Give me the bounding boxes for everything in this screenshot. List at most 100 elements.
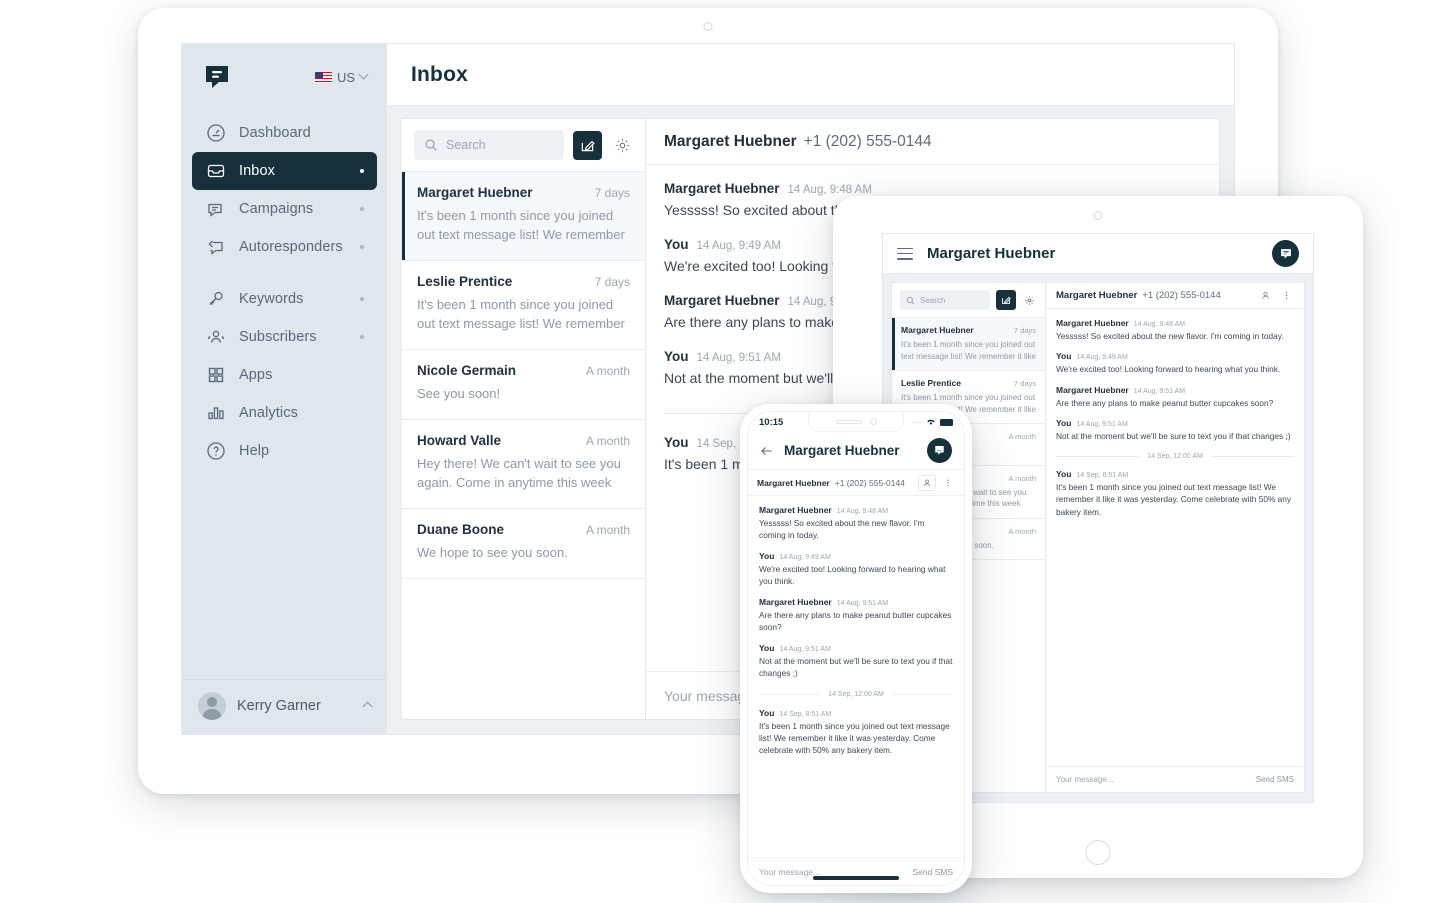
tablet-list-toolbar: Search [892, 283, 1045, 317]
date-separator: 14 Sep, 12:00 AM [759, 691, 953, 698]
sidebar-item-apps[interactable]: Apps [192, 356, 377, 394]
message-text: Not at the moment but we'll be sure to t… [1056, 431, 1291, 442]
message-timestamp: 14 Aug, 9:51 AM [1133, 387, 1186, 395]
message: Margaret Huebner 14 Aug, 9:51 AM Are the… [1056, 385, 1294, 409]
conversation-time: 7 days [594, 275, 630, 289]
tablet-search-placeholder: Search [920, 295, 946, 305]
conversation-name: Nicole Germain [417, 363, 517, 378]
more-vertical-icon[interactable] [1278, 288, 1294, 304]
message-timestamp: 14 Aug, 9:51 AM [779, 645, 831, 653]
message-timestamp: 14 Aug, 9:51 AM [836, 599, 889, 607]
message: Margaret Huebner 14 Aug, 9:48 AM Yesssss… [759, 505, 953, 542]
contact-name: Margaret Huebner [757, 477, 830, 488]
conversation-name: Howard Valle [417, 432, 502, 448]
sidebar-item-label: Autoresponders [239, 239, 343, 255]
sidebar-item-autoresponders[interactable]: Autoresponders [192, 228, 377, 266]
message-text: It's been 1 month since you joined out t… [759, 720, 950, 756]
message-timestamp: 14 Aug, 9:51 AM [696, 352, 781, 364]
message-timestamp: 14 Aug, 9:49 AM [696, 240, 781, 252]
contact-phone: +1 (202) 555-0144 [803, 132, 932, 150]
conversation-name: Margaret Huebner [417, 185, 533, 200]
message: You 14 Aug, 9:51 AM Not at the moment bu… [1056, 418, 1294, 442]
sidebar-item-help[interactable]: Help [192, 432, 377, 470]
list-settings-button[interactable] [611, 134, 633, 156]
message-sender: You [759, 707, 775, 718]
locale-selector[interactable]: US [314, 69, 369, 85]
send-sms-button[interactable]: Send SMS [1256, 775, 1294, 784]
message-timestamp: 14 Aug, 9:48 AM [787, 184, 872, 196]
sidebar-item-inbox[interactable]: Inbox [192, 152, 377, 190]
conversation-time: A month [1008, 526, 1036, 536]
message-sender: You [759, 642, 775, 653]
conversation-time: 7 days [594, 186, 630, 200]
compose-pencil-icon [1002, 296, 1011, 304]
message-sender: Margaret Huebner [664, 181, 780, 196]
tablet-settings-button[interactable] [1022, 293, 1037, 308]
tablet-message-composer[interactable]: Your message... Send SMS [1046, 766, 1304, 792]
list-item[interactable]: Howard Valle A month Hey there! We can't… [402, 418, 645, 508]
sidebar-item-badge-dot [360, 169, 364, 173]
date-separator: 14 Sep, 12:00 AM [1056, 453, 1294, 460]
sidebar-item-campaigns[interactable]: Campaigns [192, 190, 377, 228]
conversation-preview: It's been 1 month since you joined out t… [417, 297, 625, 331]
tablet-compose-button[interactable] [996, 290, 1016, 310]
dashboard-gauge-icon [205, 123, 226, 144]
screenshot-stage: US Dashboard Inbox Campaigns Autorespond… [0, 0, 1440, 903]
conversation-preview: It's been 1 month since you joined out t… [901, 340, 1036, 361]
sidebar-item-keywords[interactable]: Keywords [192, 280, 377, 318]
conversation-list-toolbar: Search [402, 119, 645, 171]
contact-person-icon[interactable] [918, 474, 936, 491]
sidebar-item-subscribers[interactable]: Subscribers [192, 318, 377, 356]
message-timestamp: 14 Sep, 8:51 AM [779, 710, 832, 718]
sidebar-item-label: Campaigns [239, 201, 314, 217]
search-input[interactable]: Search [414, 130, 564, 160]
tablet-message-thread: Margaret Huebner 14 Aug, 9:48 AM Yesssss… [1046, 309, 1304, 766]
list-item[interactable]: Leslie Prentice 7 days It's been 1 month… [402, 260, 645, 349]
compose-pencil-icon [581, 140, 595, 151]
sidebar-item-badge-dot [360, 207, 364, 211]
list-item[interactable]: Margaret Huebner 7 days It's been 1 mont… [402, 171, 645, 260]
sidebar-user-profile[interactable]: Kerry Garner [182, 679, 387, 734]
page-title: Inbox [411, 62, 468, 86]
message: You 14 Aug, 9:49 AM We're excited too! L… [759, 551, 953, 588]
message: Margaret Huebner 14 Aug, 9:48 AM Yesssss… [1056, 318, 1294, 342]
list-item[interactable]: Nicole Germain A month See you soon! [402, 349, 645, 419]
more-vertical-icon[interactable] [941, 475, 955, 491]
conversation-time: 7 days [1013, 379, 1036, 388]
chevron-up-icon [362, 701, 373, 711]
message-timestamp: 14 Sep, 8:51 AM [1076, 471, 1129, 479]
message-sender: Margaret Huebner [664, 293, 780, 308]
conversation-time: A month [585, 433, 630, 448]
list-item[interactable]: Margaret Huebner 7 days It's been 1 mont… [892, 317, 1045, 370]
back-arrow-icon[interactable] [760, 444, 774, 458]
hamburger-menu-icon[interactable] [897, 247, 913, 260]
conversation-list-panel: Search Margaret Huebner 7 days It's been… [401, 118, 646, 720]
conversation-time: A month [1008, 432, 1036, 441]
phone-header: Margaret Huebner [748, 432, 964, 470]
tablet-search-input[interactable]: Search [900, 290, 990, 310]
conversation-preview: Hey there! We can't wait to see you agai… [417, 455, 621, 490]
phone-home-indicator[interactable] [813, 876, 899, 880]
conversation-name: Duane Boone [417, 521, 505, 537]
sidebar-top: US [182, 44, 387, 102]
conversation-time: A month [1008, 473, 1036, 483]
message-sender: Margaret Huebner [1056, 318, 1129, 328]
tablet-page-title: Margaret Huebner [927, 245, 1056, 262]
compose-button[interactable] [573, 130, 602, 160]
phone-message-thread: Margaret Huebner 14 Aug, 9:48 AM Yesssss… [748, 496, 964, 857]
message-timestamp: 14 Aug, 9:49 AM [1076, 354, 1128, 362]
wifi-icon [927, 419, 935, 425]
sidebar-item-dashboard[interactable]: Dashboard [192, 114, 377, 152]
contact-person-icon[interactable] [1257, 288, 1273, 304]
sidebar-item-analytics[interactable]: Analytics [192, 394, 377, 432]
contact-name: Margaret Huebner [1056, 290, 1138, 301]
message-sender: You [1056, 468, 1072, 479]
list-item[interactable]: Duane Boone A month We hope to see you s… [402, 507, 645, 578]
tablet-home-button[interactable] [1085, 840, 1111, 865]
send-sms-button[interactable]: Send SMS [912, 867, 953, 877]
phone-message-composer[interactable]: Your message... Send SMS [748, 857, 964, 885]
key-icon [205, 289, 226, 310]
conversation-list-empty-space [402, 577, 645, 719]
gear-icon [1025, 295, 1034, 305]
search-placeholder: Search [446, 138, 486, 152]
